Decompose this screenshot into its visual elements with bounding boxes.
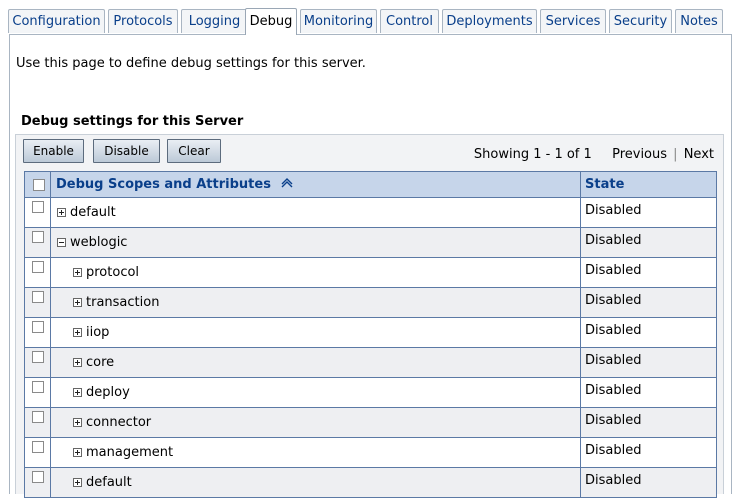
row-checkbox[interactable] [32,290,44,303]
row-select-cell [24,197,51,228]
collapse-icon[interactable] [57,238,66,247]
debug-scopes-table: Debug Scopes and Attributes State defaul… [24,171,717,498]
expand-icon[interactable] [57,208,66,217]
scope-name[interactable]: iiop [86,325,109,340]
page-description: Use this page to define debug settings f… [16,56,366,71]
state-cell: Disabled [580,377,717,408]
disable-button[interactable]: Disable [93,139,160,163]
scope-name[interactable]: default [70,205,116,220]
row-select-cell [24,287,51,318]
tab-logging[interactable]: Logging [181,9,248,33]
pagination-count: Showing 1 - 1 of 1 [473,147,592,162]
state-cell: Disabled [580,257,717,288]
scope-column-label: Debug Scopes and Attributes [56,177,271,192]
expand-icon[interactable] [73,358,82,367]
expand-icon[interactable] [73,418,82,427]
scope-name[interactable]: protocol [86,265,139,280]
scope-cell: default [50,467,581,498]
enable-button[interactable]: Enable [23,139,84,163]
table-header-row: Debug Scopes and Attributes State [24,171,717,198]
tab-services[interactable]: Services [540,9,606,33]
row-select-cell [24,377,51,408]
expand-icon[interactable] [73,388,82,397]
tab-control[interactable]: Control [380,9,439,33]
row-checkbox[interactable] [32,470,44,483]
tab-configuration[interactable]: Configuration [8,9,105,33]
scope-column-header[interactable]: Debug Scopes and Attributes [50,171,581,198]
state-cell: Disabled [580,347,717,378]
table-row: default Disabled [24,197,717,228]
scope-name[interactable]: connector [86,415,151,430]
row-select-cell [24,407,51,438]
scope-cell: transaction [50,287,581,318]
state-cell: Disabled [580,287,717,318]
row-checkbox[interactable] [32,260,44,273]
table-row: connector Disabled [24,407,717,438]
expand-icon[interactable] [73,478,82,487]
scope-cell: iiop [50,317,581,348]
state-column-header[interactable]: State [580,171,717,198]
state-cell: Disabled [580,467,717,498]
table-row: core Disabled [24,347,717,378]
clear-button[interactable]: Clear [167,139,221,163]
previous-link[interactable]: Previous [612,147,667,162]
row-select-cell [24,317,51,348]
tab-debug[interactable]: Debug [245,8,297,35]
pagination-separator: | [673,147,678,162]
row-checkbox[interactable] [32,350,44,363]
scope-cell: connector [50,407,581,438]
tab-monitoring[interactable]: Monitoring [300,9,377,33]
table-row: protocol Disabled [24,257,717,288]
tab-security[interactable]: Security [609,9,672,33]
expand-icon[interactable] [73,298,82,307]
state-cell: Disabled [580,437,717,468]
expand-icon[interactable] [73,328,82,337]
select-all-cell [24,171,51,198]
row-checkbox[interactable] [32,380,44,393]
scope-name[interactable]: core [86,355,114,370]
row-checkbox[interactable] [32,410,44,423]
section-title: Debug settings for this Server [21,114,244,129]
table-row: deploy Disabled [24,377,717,408]
table-row: transaction Disabled [24,287,717,318]
state-cell: Disabled [580,407,717,438]
scope-name[interactable]: management [86,445,173,460]
state-cell: Disabled [580,227,717,258]
row-checkbox[interactable] [32,320,44,333]
tab-notes[interactable]: Notes [675,9,723,33]
scope-cell: default [50,197,581,228]
expand-icon[interactable] [73,448,82,457]
state-cell: Disabled [580,197,717,228]
row-checkbox[interactable] [32,440,44,453]
pagination: Showing 1 - 1 of 1 Previous | Next [474,147,714,162]
scope-name[interactable]: deploy [86,385,130,400]
table-row: default Disabled [24,467,717,498]
scope-name[interactable]: transaction [86,295,159,310]
scope-cell: protocol [50,257,581,288]
table-row: management Disabled [24,437,717,468]
scope-cell: core [50,347,581,378]
state-cell: Disabled [580,317,717,348]
sort-ascending-icon[interactable] [280,177,294,192]
row-select-cell [24,437,51,468]
table-row: iiop Disabled [24,317,717,348]
tab-deployments[interactable]: Deployments [442,9,537,33]
row-select-cell [24,347,51,378]
scope-cell: weblogic [50,227,581,258]
scope-name[interactable]: default [86,475,132,490]
expand-icon[interactable] [73,268,82,277]
scope-name[interactable]: weblogic [70,235,127,250]
row-select-cell [24,257,51,288]
row-select-cell [24,467,51,498]
scope-cell: management [50,437,581,468]
next-link[interactable]: Next [684,147,714,162]
select-all-checkbox[interactable] [33,178,45,191]
tab-protocols[interactable]: Protocols [108,9,178,33]
row-checkbox[interactable] [32,230,44,243]
row-checkbox[interactable] [32,200,44,213]
scope-cell: deploy [50,377,581,408]
row-select-cell [24,227,51,258]
table-row: weblogic Disabled [24,227,717,258]
